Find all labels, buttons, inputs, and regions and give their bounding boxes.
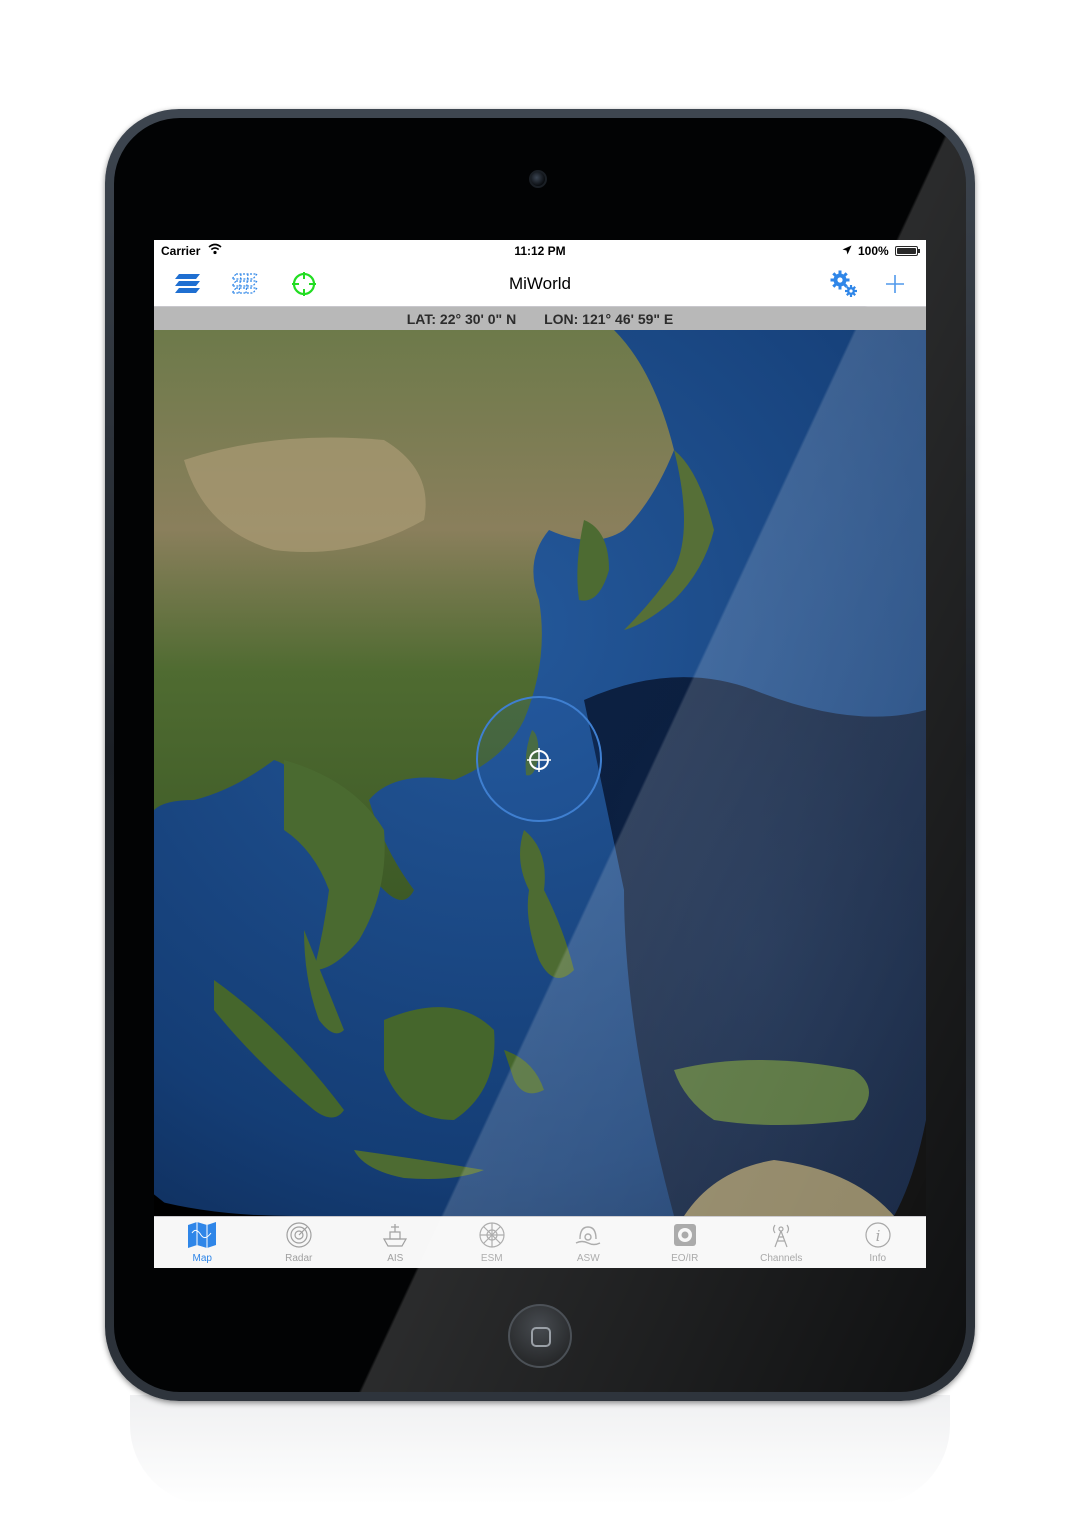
- status-time: 11:12 PM: [514, 244, 566, 258]
- status-bar: Carrier 11:12 PM 100%: [154, 240, 926, 262]
- tab-radar[interactable]: Radar: [251, 1217, 348, 1268]
- longitude-readout: LON: 121° 46' 59" E: [544, 311, 674, 327]
- map-icon: [187, 1220, 217, 1250]
- settings-gears-icon[interactable]: [828, 268, 860, 300]
- esm-wheel-icon: [477, 1220, 507, 1250]
- add-icon[interactable]: [879, 268, 911, 300]
- coordinate-readout: LAT: 22° 30' 0" N LON: 121° 46' 59" E: [154, 307, 926, 330]
- radar-icon: [284, 1220, 314, 1250]
- front-camera: [529, 170, 547, 188]
- tab-esm[interactable]: ESM: [444, 1217, 541, 1268]
- globe-map[interactable]: [154, 330, 926, 1216]
- tab-label: ESM: [480, 1253, 503, 1264]
- battery-icon: [895, 246, 920, 256]
- tab-ais[interactable]: AIS: [347, 1217, 444, 1268]
- tab-bar: Map Radar AIS ESM ASW EO/IR Channels i I…: [154, 1216, 926, 1268]
- app-screen: Carrier 11:12 PM 100% MiWorld LAT: 22° 3…: [154, 240, 926, 1268]
- tab-label: AIS: [387, 1253, 404, 1264]
- svg-text:i: i: [875, 1227, 880, 1245]
- info-icon: i: [863, 1220, 893, 1250]
- navigation-bar: MiWorld: [154, 262, 926, 307]
- ship-icon: [380, 1220, 410, 1250]
- antenna-tower-icon: [766, 1220, 796, 1250]
- tab-label: ASW: [576, 1253, 600, 1264]
- tab-map[interactable]: Map: [154, 1217, 251, 1268]
- latitude-readout: LAT: 22° 30' 0" N: [406, 311, 517, 327]
- tab-label: Channels: [760, 1253, 803, 1264]
- home-button[interactable]: [508, 1304, 572, 1368]
- app-title: MiWorld: [508, 274, 572, 293]
- tab-label: EO/IR: [671, 1253, 699, 1264]
- tab-label: Radar: [285, 1253, 313, 1264]
- camera-sensor-icon: [670, 1220, 700, 1250]
- tab-label: Info: [869, 1253, 887, 1264]
- tab-info[interactable]: i Info: [830, 1217, 927, 1268]
- device-reflection: [130, 1395, 950, 1505]
- battery-percent: 100%: [858, 244, 889, 258]
- tab-channels[interactable]: Channels: [733, 1217, 830, 1268]
- location-arrow-icon: [842, 244, 852, 258]
- globe-map-canvas[interactable]: [154, 330, 926, 1216]
- home-button-icon: [531, 1327, 551, 1347]
- sonar-icon: [573, 1220, 603, 1250]
- tab-label: Map: [192, 1253, 212, 1264]
- tab-asw[interactable]: ASW: [540, 1217, 637, 1268]
- tab-eo-ir[interactable]: EO/IR: [637, 1217, 734, 1268]
